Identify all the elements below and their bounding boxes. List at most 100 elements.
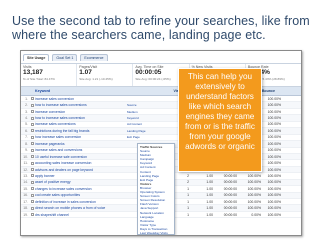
row-number: 14. [23, 180, 28, 185]
pages-visit-value: 1.00 [206, 173, 213, 178]
keyword-link[interactable]: increase conversion [35, 110, 127, 114]
row-number: 13. [23, 173, 28, 178]
row-checkbox[interactable] [30, 129, 34, 133]
new-visits-value: 100.00% [247, 193, 261, 198]
row-checkbox[interactable] [30, 187, 34, 191]
slide-title-line-1: Use the second tab to refine your search… [12, 14, 310, 28]
callout-line: understand factors [186, 92, 254, 101]
row-dimension: Keyword [127, 116, 139, 121]
pages-visit-value: 1.00 [206, 193, 213, 198]
keyword-link[interactable]: restrictions during the fall big brands [35, 129, 127, 133]
pages-visit-value: 1.00 [206, 206, 213, 211]
bounce-value: 100.00% [267, 173, 281, 178]
avg-time-value: 00:00:00 [223, 199, 237, 204]
keyword-link[interactable]: advisors and dealers on page keyword [35, 168, 127, 172]
bounce-value: 100.00% [267, 103, 281, 108]
keyword-link[interactable]: cod create sales opportunities [35, 193, 127, 197]
row-number: 16. [23, 193, 28, 198]
row-number: 17. [23, 199, 28, 204]
keyword-link[interactable]: changes to increase sales conversion [35, 187, 127, 191]
row-checkbox[interactable] [30, 110, 34, 114]
keyword-link[interactable]: drs shapeshift channel [35, 213, 127, 217]
row-checkbox[interactable] [30, 148, 34, 152]
new-visits-value: 100.00% [247, 199, 261, 204]
bounce-value: 100.00% [267, 96, 281, 101]
avg-time-value: 00:00:00 [223, 180, 237, 185]
bounce-value: 100.00% [267, 212, 281, 217]
dimension-menu-item[interactable]: Last Weekday Visits [140, 231, 172, 235]
row-number: 12. [23, 167, 28, 172]
row-checkbox[interactable] [30, 116, 34, 120]
row-checkbox[interactable] [30, 180, 34, 184]
dimension-menu[interactable]: Traffic Sources Source Medium Campaign Keywo… [137, 143, 175, 235]
keyword-link[interactable]: definition of increase in sales conversi… [35, 200, 127, 204]
row-number: 6. [25, 128, 28, 133]
row-checkbox[interactable] [30, 135, 34, 139]
row-number: 19. [23, 212, 28, 217]
row-checkbox[interactable] [30, 206, 34, 210]
row-dimension: Ad Content [127, 122, 143, 127]
row-checkbox[interactable] [30, 200, 34, 204]
row-number: 2. [25, 103, 28, 108]
keyword-link[interactable]: accounting sales increase conversion [35, 161, 127, 165]
row-checkbox[interactable] [30, 168, 34, 172]
keyword-link[interactable]: apply banner [35, 174, 127, 178]
pages-visit-value: 1.00 [206, 180, 213, 185]
row-dimension: Exit Page [127, 135, 140, 140]
keyword-link[interactable]: 10 useful increase sale conversion [35, 155, 127, 159]
tab-site-usage[interactable]: Site Usage [23, 53, 50, 61]
metric-sub: % of Site Total: 84.47% [23, 77, 55, 81]
bounce-value: 100.00% [267, 116, 281, 121]
row-checkbox[interactable] [30, 155, 34, 159]
keyword-link[interactable]: increase pageranks [35, 142, 127, 146]
bounce-value: 100.00% [267, 167, 281, 172]
row-checkbox[interactable] [30, 161, 34, 165]
keyword-link[interactable]: increase sales conversion [35, 97, 127, 101]
pages-visit-value: 1.00 [206, 186, 213, 191]
row-number: 7. [25, 135, 28, 140]
row-checkbox[interactable] [30, 103, 34, 107]
metric-visits: Visits 13,187 % of Site Total: 84.47% [21, 64, 78, 86]
new-visits-value: 100.00% [247, 180, 261, 185]
callout-line: like which search [188, 102, 252, 111]
row-checkbox[interactable] [30, 174, 34, 178]
tab-ecommerce[interactable]: Ecommerce [80, 53, 108, 61]
slide-title-line-2: where the searchers came, landing page e… [12, 28, 266, 42]
tab-goal-set-1[interactable]: Goal Set 1 [52, 53, 78, 61]
bounce-value: 100.00% [267, 122, 281, 127]
slide-title: Use the second tab to refine your search… [12, 14, 312, 42]
keyword-link[interactable]: increase sales conversions [35, 122, 127, 126]
row-checkbox[interactable] [30, 122, 34, 126]
keyword-link[interactable]: how to increase sales conversions [35, 103, 127, 107]
row-checkbox[interactable] [30, 97, 34, 101]
bounce-value: 100.00% [267, 206, 281, 211]
row-checkbox[interactable] [30, 193, 34, 197]
row-checkbox[interactable] [30, 142, 34, 146]
row-number: 15. [23, 186, 28, 191]
metric-pages-visit: Pages/Visit 1.07 Site Avg: 1.21 (-10.25%… [77, 64, 134, 86]
row-checkbox[interactable] [30, 213, 34, 217]
row-number: 3. [25, 109, 28, 114]
row-dimension: Medium [127, 109, 138, 114]
row-dimension: Landing Page [127, 128, 146, 133]
row-number: 8. [25, 141, 28, 146]
avg-time-value: 00:00:00 [223, 173, 237, 178]
callout-line: adwords or organic [185, 142, 255, 151]
keyword-link[interactable]: how to increase sales conversion [35, 116, 127, 120]
bounce-value: 100.00% [267, 199, 281, 204]
bounce-value: 100.00% [267, 148, 281, 153]
new-visits-value: 0.00% [251, 212, 261, 217]
callout-box: This can help you extensively to underst… [178, 68, 262, 172]
keyword-link[interactable]: asset of positive energy [35, 180, 127, 184]
bounce-value: 100.00% [267, 135, 281, 140]
keyword-link[interactable]: how increase sales conversion [35, 135, 127, 139]
keyword-link[interactable]: increase sales and conversions [35, 148, 127, 152]
column-header-keyword[interactable]: Keyword [29, 89, 121, 93]
keyword-link[interactable]: direct search on mobile phones a from of… [35, 206, 127, 210]
avg-time-value: 00:00:00 [223, 206, 237, 211]
tab-bar: Site Usage Goal Set 1 Ecommerce [21, 51, 301, 63]
callout-line: This can help you [187, 72, 253, 81]
row-number: 10. [23, 154, 28, 159]
avg-time-value: 00:00:00 [223, 186, 237, 191]
callout-line: from or is the traffic [185, 122, 255, 131]
